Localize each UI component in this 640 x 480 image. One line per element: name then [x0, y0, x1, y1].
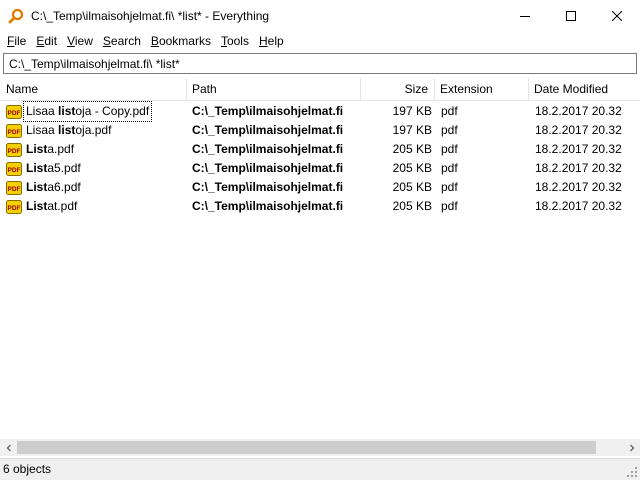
list-item[interactable]: PDF Lista6.pdf C:\_Temp\ilmaisohjelmat.f…: [0, 178, 640, 197]
file-size: 205 KB: [392, 180, 432, 194]
file-name: Lisaa listoja.pdf: [26, 123, 112, 137]
search-input[interactable]: [3, 53, 637, 74]
file-date: 18.2.2017 20.32: [535, 104, 622, 118]
close-button[interactable]: [594, 0, 640, 31]
file-extension: pdf: [441, 104, 458, 118]
file-name: Lista6.pdf: [26, 180, 81, 194]
magnifier-app-icon: [8, 8, 24, 24]
maximize-button[interactable]: [548, 0, 594, 31]
list-item[interactable]: PDF Lista.pdf C:\_Temp\ilmaisohjelmat.fi…: [0, 140, 640, 159]
menu-help[interactable]: Help: [254, 31, 289, 51]
horizontal-scrollbar[interactable]: [0, 439, 640, 456]
close-icon: [612, 10, 622, 21]
menu-tools[interactable]: Tools: [216, 31, 254, 51]
resize-grip-icon[interactable]: [626, 466, 638, 478]
file-size: 205 KB: [392, 161, 432, 175]
column-name-header[interactable]: Name: [0, 78, 186, 101]
svg-text:PDF: PDF: [8, 167, 21, 174]
file-date: 18.2.2017 20.32: [535, 180, 622, 194]
menu-edit[interactable]: Edit: [31, 31, 62, 51]
scroll-thumb[interactable]: [17, 441, 596, 454]
file-path: C:\_Temp\ilmaisohjelmat.fi: [192, 161, 344, 175]
file-name: Lista5.pdf: [26, 161, 81, 175]
status-text: 6 objects: [3, 462, 52, 476]
list-item[interactable]: PDF Lista5.pdf C:\_Temp\ilmaisohjelmat.f…: [0, 159, 640, 178]
column-header: Name Path Size Extension Date Modified: [0, 78, 640, 101]
column-size-header[interactable]: Size: [360, 78, 434, 101]
window-title: C:\_Temp\ilmaisohjelmat.fi\ *list* - Eve…: [31, 8, 270, 23]
status-bar: 6 objects: [0, 458, 640, 480]
file-extension: pdf: [441, 199, 458, 213]
file-path: C:\_Temp\ilmaisohjelmat.fi: [192, 142, 344, 156]
pdf-file-icon: PDF: [6, 161, 22, 176]
results-list: PDF Lisaa listoja - Copy.pdf C:\_Temp\il…: [0, 101, 640, 216]
list-item[interactable]: PDF Listat.pdf C:\_Temp\ilmaisohjelmat.f…: [0, 197, 640, 216]
file-path: C:\_Temp\ilmaisohjelmat.fi: [192, 199, 344, 213]
column-date-header[interactable]: Date Modified: [528, 78, 640, 101]
file-name: Listat.pdf: [26, 199, 78, 213]
svg-text:PDF: PDF: [8, 129, 21, 136]
file-size: 205 KB: [392, 142, 432, 156]
pdf-file-icon: PDF: [6, 142, 22, 157]
file-path: C:\_Temp\ilmaisohjelmat.fi: [192, 104, 344, 118]
file-size: 197 KB: [392, 123, 432, 137]
file-extension: pdf: [441, 161, 458, 175]
menu-file[interactable]: File: [2, 31, 31, 51]
pdf-file-icon: PDF: [6, 104, 22, 119]
file-path: C:\_Temp\ilmaisohjelmat.fi: [192, 180, 344, 194]
minimize-icon: [520, 15, 530, 17]
svg-text:PDF: PDF: [8, 186, 21, 193]
svg-text:PDF: PDF: [8, 148, 21, 155]
column-path-header[interactable]: Path: [186, 78, 360, 101]
maximize-icon: [566, 10, 576, 21]
scroll-right-button[interactable]: [623, 439, 640, 456]
menu-bar: File Edit View Search Bookmarks Tools He…: [0, 31, 640, 51]
scroll-left-button[interactable]: [0, 439, 17, 456]
list-item[interactable]: PDF Lisaa listoja - Copy.pdf C:\_Temp\il…: [0, 101, 640, 122]
file-extension: pdf: [441, 142, 458, 156]
file-date: 18.2.2017 20.32: [535, 123, 622, 137]
file-size: 197 KB: [392, 104, 432, 118]
pdf-file-icon: PDF: [6, 180, 22, 195]
list-item[interactable]: PDF Lisaa listoja.pdf C:\_Temp\ilmaisohj…: [0, 121, 640, 140]
file-extension: pdf: [441, 123, 458, 137]
svg-text:PDF: PDF: [8, 110, 21, 117]
file-date: 18.2.2017 20.32: [535, 142, 622, 156]
minimize-button[interactable]: [502, 0, 548, 31]
chevron-right-icon: [629, 444, 634, 451]
title-bar[interactable]: C:\_Temp\ilmaisohjelmat.fi\ *list* - Eve…: [0, 0, 640, 31]
file-name: Lisaa listoja - Copy.pdf: [22, 101, 153, 122]
pdf-file-icon: PDF: [6, 199, 22, 214]
menu-search[interactable]: Search: [98, 31, 146, 51]
file-date: 18.2.2017 20.32: [535, 161, 622, 175]
menu-bookmarks[interactable]: Bookmarks: [146, 31, 216, 51]
file-size: 205 KB: [392, 199, 432, 213]
file-name: Lista.pdf: [26, 142, 75, 156]
pdf-file-icon: PDF: [6, 123, 22, 138]
file-extension: pdf: [441, 180, 458, 194]
file-path: C:\_Temp\ilmaisohjelmat.fi: [192, 123, 344, 137]
column-extension-header[interactable]: Extension: [434, 78, 528, 101]
svg-text:PDF: PDF: [8, 205, 21, 212]
file-date: 18.2.2017 20.32: [535, 199, 622, 213]
menu-view[interactable]: View: [62, 31, 98, 51]
chevron-left-icon: [6, 444, 11, 451]
